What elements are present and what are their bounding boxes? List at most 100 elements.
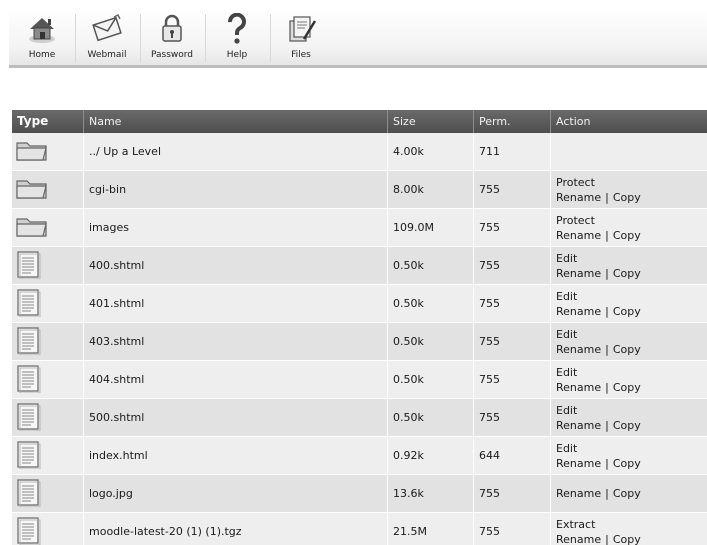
folder-icon[interactable] xyxy=(15,138,49,165)
rename-link[interactable]: Rename xyxy=(556,342,601,357)
file-icon[interactable] xyxy=(15,477,41,510)
table-row[interactable]: 404.shtml 0.50k 755 Edit Rename | Copy xyxy=(12,361,707,399)
header-perm[interactable]: Perm. xyxy=(474,110,551,133)
help-label: Help xyxy=(226,50,248,60)
action-extract-link[interactable]: Extract xyxy=(556,517,595,532)
webmail-button[interactable]: Webmail xyxy=(76,8,138,66)
action-cell: Edit Rename | Copy xyxy=(551,323,707,360)
perm-cell[interactable]: 755 xyxy=(474,209,551,246)
table-row[interactable]: images 109.0M 755 Protect Rename | Copy xyxy=(12,209,707,247)
perm-cell[interactable]: 755 xyxy=(474,361,551,398)
file-icon[interactable] xyxy=(15,439,41,472)
help-button[interactable]: Help xyxy=(206,8,268,66)
password-button[interactable]: Password xyxy=(141,8,203,66)
name-cell[interactable]: images xyxy=(84,209,388,246)
table-row[interactable]: moodle-latest-20 (1) (1).tgz 21.5M 755 Extr… xyxy=(12,513,707,545)
copy-link[interactable]: Copy xyxy=(613,418,641,433)
rename-copy-line: Rename | Copy xyxy=(556,304,641,319)
size-cell: 21.5M xyxy=(388,513,474,545)
copy-link[interactable]: Copy xyxy=(613,304,641,319)
name-cell[interactable]: 500.shtml xyxy=(84,399,388,436)
rename-link[interactable]: Rename xyxy=(556,380,601,395)
file-icon[interactable] xyxy=(15,363,41,396)
table-row[interactable]: ../ Up a Level 4.00k 711 xyxy=(12,133,707,171)
table-row[interactable]: cgi-bin 8.00k 755 Protect Rename | Copy xyxy=(12,171,707,209)
name-cell[interactable]: moodle-latest-20 (1) (1).tgz xyxy=(84,513,388,545)
table-row[interactable]: 401.shtml 0.50k 755 Edit Rename | Copy xyxy=(12,285,707,323)
rename-copy-line: Rename | Copy xyxy=(556,418,641,433)
file-icon[interactable] xyxy=(15,249,41,282)
copy-link[interactable]: Copy xyxy=(613,190,641,205)
copy-link[interactable]: Copy xyxy=(613,486,641,501)
perm-cell[interactable]: 711 xyxy=(474,133,551,170)
name-cell[interactable]: ../ Up a Level xyxy=(84,133,388,170)
action-edit-link[interactable]: Edit xyxy=(556,251,577,266)
action-edit-link[interactable]: Edit xyxy=(556,365,577,380)
perm-cell[interactable]: 755 xyxy=(474,399,551,436)
action-edit-link[interactable]: Edit xyxy=(556,289,577,304)
folder-icon[interactable] xyxy=(15,214,49,241)
separator: | xyxy=(605,532,609,545)
size-cell: 0.50k xyxy=(388,323,474,360)
action-protect-link[interactable]: Protect xyxy=(556,213,595,228)
type-cell xyxy=(12,475,84,512)
size-cell: 4.00k xyxy=(388,133,474,170)
size-cell: 0.50k xyxy=(388,399,474,436)
home-icon xyxy=(25,12,59,46)
rename-copy-line: Rename | Copy xyxy=(556,190,641,205)
name-cell[interactable]: 403.shtml xyxy=(84,323,388,360)
rename-link[interactable]: Rename xyxy=(556,228,601,243)
separator: | xyxy=(605,487,609,500)
perm-cell[interactable]: 755 xyxy=(474,513,551,545)
rename-link[interactable]: Rename xyxy=(556,456,601,471)
header-name[interactable]: Name xyxy=(84,110,388,133)
copy-link[interactable]: Copy xyxy=(613,266,641,281)
perm-cell[interactable]: 755 xyxy=(474,285,551,322)
rename-link[interactable]: Rename xyxy=(556,486,601,501)
name-cell[interactable]: 401.shtml xyxy=(84,285,388,322)
copy-link[interactable]: Copy xyxy=(613,380,641,395)
copy-link[interactable]: Copy xyxy=(613,456,641,471)
header-size[interactable]: Size xyxy=(388,110,474,133)
folder-icon[interactable] xyxy=(15,176,49,203)
perm-cell[interactable]: 755 xyxy=(474,247,551,284)
action-edit-link[interactable]: Edit xyxy=(556,327,577,342)
action-cell: Edit Rename | Copy xyxy=(551,285,707,322)
rename-link[interactable]: Rename xyxy=(556,532,601,545)
rename-link[interactable]: Rename xyxy=(556,304,601,319)
action-edit-link[interactable]: Edit xyxy=(556,403,577,418)
file-icon[interactable] xyxy=(15,401,41,434)
rename-link[interactable]: Rename xyxy=(556,190,601,205)
perm-cell[interactable]: 755 xyxy=(474,171,551,208)
action-protect-link[interactable]: Protect xyxy=(556,175,595,190)
perm-cell[interactable]: 755 xyxy=(474,323,551,360)
table-row[interactable]: 403.shtml 0.50k 755 Edit Rename | Copy xyxy=(12,323,707,361)
name-cell[interactable]: 404.shtml xyxy=(84,361,388,398)
action-cell: Edit Rename | Copy xyxy=(551,247,707,284)
files-button[interactable]: Files xyxy=(270,8,332,66)
name-cell[interactable]: logo.jpg xyxy=(84,475,388,512)
rename-link[interactable]: Rename xyxy=(556,266,601,281)
action-cell: Protect Rename | Copy xyxy=(551,209,707,246)
perm-cell[interactable]: 644 xyxy=(474,437,551,474)
action-edit-link[interactable]: Edit xyxy=(556,441,577,456)
copy-link[interactable]: Copy xyxy=(613,228,641,243)
size-cell: 13.6k xyxy=(388,475,474,512)
rename-link[interactable]: Rename xyxy=(556,418,601,433)
copy-link[interactable]: Copy xyxy=(613,342,641,357)
name-cell[interactable]: 400.shtml xyxy=(84,247,388,284)
file-icon[interactable] xyxy=(15,287,41,320)
header-type[interactable]: Type xyxy=(12,110,84,133)
rename-copy-line: Rename | Copy xyxy=(556,266,641,281)
perm-cell[interactable]: 755 xyxy=(474,475,551,512)
file-icon[interactable] xyxy=(15,515,41,545)
file-icon[interactable] xyxy=(15,325,41,358)
name-cell[interactable]: index.html xyxy=(84,437,388,474)
home-button[interactable]: Home xyxy=(11,8,73,66)
copy-link[interactable]: Copy xyxy=(613,532,641,545)
table-row[interactable]: index.html 0.92k 644 Edit Rename | Copy xyxy=(12,437,707,475)
name-cell[interactable]: cgi-bin xyxy=(84,171,388,208)
table-row[interactable]: 500.shtml 0.50k 755 Edit Rename | Copy xyxy=(12,399,707,437)
table-row[interactable]: logo.jpg 13.6k 755 Rename | Copy xyxy=(12,475,707,513)
table-row[interactable]: 400.shtml 0.50k 755 Edit Rename | Copy xyxy=(12,247,707,285)
